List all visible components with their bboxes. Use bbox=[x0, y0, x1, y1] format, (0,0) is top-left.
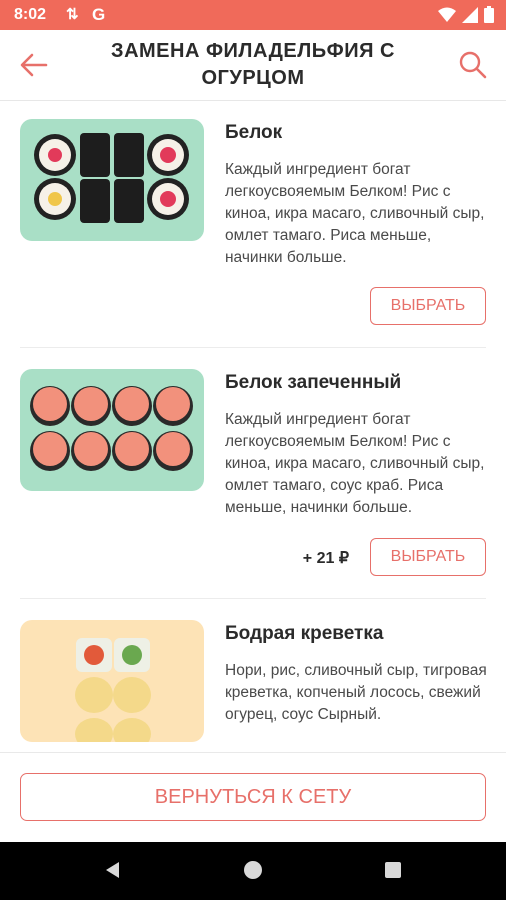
divider bbox=[20, 347, 486, 348]
select-button[interactable]: ВЫБРАТЬ bbox=[370, 287, 486, 325]
item-title: Бодрая креветка bbox=[225, 623, 384, 644]
battery-icon bbox=[484, 6, 494, 23]
list-item: Бодрая креветка Нори, рис, сливочный сыр… bbox=[0, 600, 506, 752]
return-to-set-button[interactable]: ВЕРНУТЬСЯ К СЕТУ bbox=[20, 773, 486, 821]
app-bar: ЗАМЕНА ФИЛАДЕЛЬФИЯ С ОГУРЦОМ bbox=[0, 30, 506, 101]
product-image bbox=[20, 119, 204, 241]
product-image bbox=[20, 620, 204, 742]
wifi-icon bbox=[438, 7, 456, 22]
search-icon[interactable] bbox=[458, 50, 488, 80]
signal-icon bbox=[462, 6, 478, 23]
status-bar: 8:02 ⇅ G bbox=[0, 0, 506, 30]
recents-square-icon[interactable] bbox=[383, 860, 403, 880]
sync-arrows-icon: ⇅ bbox=[66, 6, 79, 23]
arrow-left-icon[interactable] bbox=[18, 50, 50, 80]
item-title: Белок запеченный bbox=[225, 372, 402, 393]
system-nav-bar bbox=[0, 842, 506, 900]
home-circle-icon[interactable] bbox=[243, 860, 263, 880]
item-price: + 21 ₽ bbox=[302, 550, 349, 567]
page-title: ЗАМЕНА ФИЛАДЕЛЬФИЯ С ОГУРЦОМ bbox=[111, 40, 395, 89]
item-title: Белок bbox=[225, 122, 283, 143]
list-item: Белок запеченный Каждый ингредиент богат… bbox=[0, 350, 506, 600]
list-item: Белок Каждый ингредиент богат легкоусвоя… bbox=[0, 100, 506, 348]
google-g-icon: G bbox=[92, 5, 106, 24]
select-button[interactable]: ВЫБРАТЬ bbox=[370, 538, 486, 576]
item-description: Каждый ингредиент богат легкоусвояемым Б… bbox=[225, 161, 485, 266]
bottom-bar: ВЕРНУТЬСЯ К СЕТУ bbox=[0, 752, 506, 843]
item-description: Каждый ингредиент богат легкоусвояемым Б… bbox=[225, 411, 485, 516]
product-list: Белок Каждый ингредиент богат легкоусвоя… bbox=[0, 100, 506, 752]
item-description: Нори, рис, сливочный сыр, тигровая креве… bbox=[225, 662, 487, 723]
status-time: 8:02 bbox=[14, 6, 47, 23]
product-image bbox=[20, 369, 204, 491]
divider bbox=[20, 598, 486, 599]
back-triangle-icon[interactable] bbox=[103, 860, 123, 880]
